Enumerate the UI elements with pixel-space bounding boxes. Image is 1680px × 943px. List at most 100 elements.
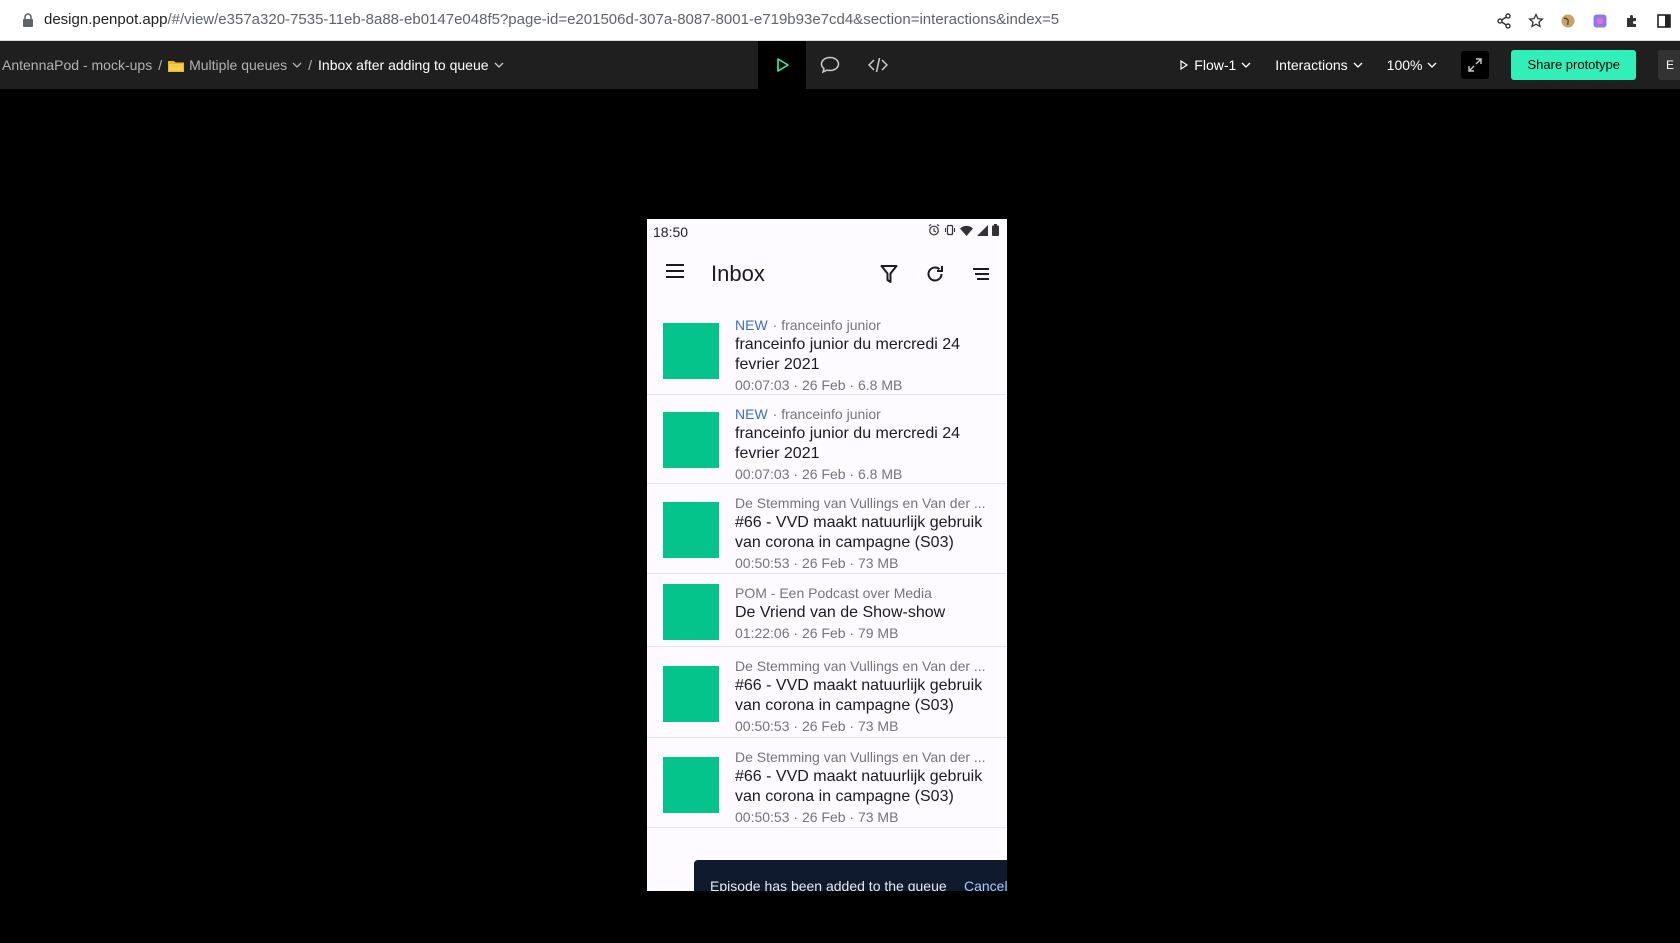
filter-icon [880, 265, 898, 283]
episode-cover [663, 757, 719, 813]
url-path: /#/view/e357a320-7535-11eb-8a88-eb0147e0… [167, 11, 1060, 28]
episode-cover [663, 323, 719, 379]
vibrate-icon [944, 224, 956, 236]
breadcrumb-project[interactable]: AntennaPod - mock-ups [2, 57, 152, 73]
zoom-label: 100% [1386, 57, 1423, 73]
signal-icon [977, 224, 988, 236]
sidepanel-icon[interactable] [1648, 0, 1680, 41]
star-icon[interactable] [1520, 0, 1552, 41]
episode-info: 01:22:06 · 26 Feb · 79 MB [735, 625, 899, 641]
play-small-icon [1180, 60, 1189, 70]
list-item[interactable]: NEW · franceinfo junior franceinfo junior… [647, 395, 1007, 484]
new-badge: NEW [735, 406, 768, 422]
chevron-down-icon [1241, 62, 1251, 68]
snackbar-message: Episode has been added to the queue [710, 878, 947, 891]
sort-button[interactable] [967, 260, 995, 288]
phone-frame: 18:50 Inbox NEW · franceinfo junior franc… [647, 219, 1007, 891]
episode-cover [663, 502, 719, 558]
chevron-down-icon[interactable] [292, 60, 302, 70]
new-badge: NEW [735, 317, 768, 333]
refresh-button[interactable] [921, 260, 949, 288]
episode-info: 00:50:53 · 26 Feb · 73 MB [735, 555, 899, 571]
edit-button[interactable]: E [1658, 50, 1680, 80]
url-field[interactable]: design.penpot.app/#/view/e357a320-7535-1… [44, 11, 1059, 28]
comments-button[interactable] [806, 41, 854, 89]
puzzle-icon[interactable] [1616, 0, 1648, 41]
url-host: design.penpot.app [44, 11, 168, 28]
list-item[interactable]: NEW · franceinfo junior franceinfo junior… [647, 306, 1007, 395]
extension-globe-icon[interactable] [1552, 0, 1584, 41]
episode-cover [663, 666, 719, 722]
menu-button[interactable] [665, 263, 685, 284]
lock-icon [23, 13, 33, 27]
page-title: Inbox [711, 261, 765, 286]
podcast-name: De Stemming van Vullings en Van der ... [735, 495, 986, 511]
breadcrumb-page[interactable]: Inbox after adding to queue [318, 57, 488, 73]
viewer-toolbar: AntennaPod - mock-ups / Multiple queues … [0, 41, 1680, 89]
code-icon [868, 57, 888, 73]
chevron-down-icon[interactable] [494, 60, 504, 70]
podcast-name: · franceinfo junior [772, 317, 881, 333]
list-item[interactable]: De Stemming van Vullings en Van der ... … [647, 484, 1007, 574]
play-button[interactable] [758, 41, 806, 89]
flow-dropdown[interactable]: Flow-1 [1179, 57, 1251, 73]
list-item[interactable]: POM - Een Podcast over Media De Vriend v… [647, 574, 1007, 647]
zoom-dropdown[interactable]: 100% [1387, 57, 1438, 73]
episode-title-cont: van corona in campagne (S03) [735, 697, 954, 714]
alarm-icon [928, 224, 940, 236]
sort-icon [973, 268, 989, 280]
wifi-icon [960, 225, 973, 236]
episode-cover [663, 412, 719, 468]
chevron-down-icon [1428, 62, 1437, 68]
episode-title: #66 - VVD maakt natuurlijk gebruik [735, 768, 983, 785]
episode-info: 00:07:03 · 26 Feb · 6.8 MB [735, 377, 903, 393]
battery-icon [992, 224, 999, 236]
share-icon[interactable] [1488, 0, 1520, 41]
breadcrumb: AntennaPod - mock-ups / Multiple queues … [2, 41, 504, 89]
episode-title: De Vriend van de Show-show [735, 604, 946, 621]
episode-title-cont: fevrier 2021 [735, 356, 820, 373]
breadcrumb-separator: / [158, 57, 163, 73]
extension-app-icon[interactable] [1584, 0, 1616, 41]
status-bar: 18:50 [647, 219, 1007, 244]
episode-title: franceinfo junior du mercredi 24 [735, 425, 961, 442]
filter-button[interactable] [875, 260, 903, 288]
snackbar-cancel-button[interactable]: Cancel [964, 878, 1007, 891]
refresh-icon [927, 266, 943, 282]
episode-info: 00:50:53 · 26 Feb · 73 MB [735, 718, 899, 734]
fullscreen-button[interactable] [1461, 51, 1490, 79]
flow-label: Flow-1 [1194, 57, 1237, 73]
episode-title: franceinfo junior du mercredi 24 [735, 336, 961, 353]
chevron-down-icon [1353, 62, 1363, 68]
app-bar: Inbox [647, 244, 1007, 306]
episode-info: 00:50:53 · 26 Feb · 73 MB [735, 809, 899, 825]
interactions-label: Interactions [1275, 57, 1348, 73]
comment-icon [820, 56, 840, 74]
podcast-name: De Stemming van Vullings en Van der ... [735, 658, 986, 674]
episode-title-cont: van corona in campagne (S03) [735, 788, 954, 805]
episode-title-cont: fevrier 2021 [735, 445, 820, 462]
list-item[interactable]: De Stemming van Vullings en Van der ... … [647, 738, 1007, 828]
breadcrumb-file[interactable]: Multiple queues [189, 57, 287, 73]
episode-info: 00:07:03 · 26 Feb · 6.8 MB [735, 466, 903, 482]
podcast-name: · franceinfo junior [772, 406, 881, 422]
episode-list: NEW · franceinfo junior franceinfo junior… [647, 306, 1007, 828]
snackbar: Episode has been added to the queue Canc… [694, 860, 1007, 891]
hamburger-menu-icon [666, 264, 684, 278]
episode-title-cont: van corona in campagne (S03) [735, 534, 954, 551]
folder-icon [168, 60, 185, 72]
browser-address-bar: design.penpot.app/#/view/e357a320-7535-1… [0, 0, 1680, 41]
breadcrumb-separator: / [308, 57, 313, 73]
play-icon [777, 58, 789, 72]
episode-title: #66 - VVD maakt natuurlijk gebruik [735, 677, 983, 694]
episode-title: #66 - VVD maakt natuurlijk gebruik [735, 514, 983, 531]
status-time: 18:50 [653, 224, 689, 240]
podcast-name: POM - Een Podcast over Media [735, 585, 932, 601]
share-prototype-button[interactable]: Share prototype [1511, 50, 1636, 80]
episode-cover [663, 584, 719, 640]
interactions-dropdown[interactable]: Interactions [1275, 57, 1363, 73]
list-item[interactable]: De Stemming van Vullings en Van der ... … [647, 647, 1007, 738]
expand-icon [1468, 58, 1483, 72]
podcast-name: De Stemming van Vullings en Van der ... [735, 749, 986, 765]
code-button[interactable] [854, 41, 902, 89]
